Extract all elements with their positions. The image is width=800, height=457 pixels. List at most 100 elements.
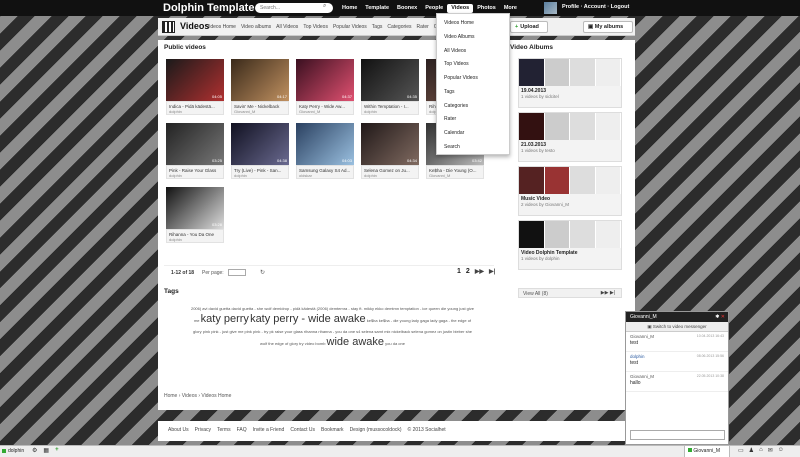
video-thumbnail[interactable]: 04:03 Samsung Galaxy S4 Ad... oldskar — [296, 123, 354, 179]
dropdown-all-videos[interactable]: All Videos — [437, 45, 509, 59]
video-author[interactable]: dolphin — [234, 173, 287, 178]
album-card[interactable]: 19.04.2013 1 videos by sidcitel — [518, 58, 622, 108]
tag-link[interactable]: me — [194, 318, 200, 323]
profile-links[interactable]: Profile · Account · Logout — [562, 4, 629, 10]
search-icon[interactable]: ⌕ — [323, 3, 326, 10]
submenu-top-videos[interactable]: Top Videos — [303, 24, 328, 30]
last-page-icon[interactable]: ▶| — [489, 268, 495, 275]
bottom-user-status[interactable]: dolphin — [2, 448, 24, 454]
menu-item-template[interactable]: Template — [361, 4, 393, 13]
submenu-popular-videos[interactable]: Popular Videos — [333, 24, 367, 30]
submenu-tags[interactable]: Tags — [372, 24, 383, 30]
video-preview[interactable]: 03:28 — [166, 187, 224, 229]
submenu-videos-home[interactable]: Videos Home — [206, 24, 236, 30]
menu-item-boonex[interactable]: Boonex — [393, 4, 421, 13]
video-author[interactable]: dolphin — [169, 109, 222, 114]
person-icon[interactable]: ♟ — [749, 447, 754, 454]
my-albums-button[interactable]: ▣ My albums — [583, 21, 633, 33]
album-title[interactable]: Video Dolphin Template — [519, 248, 621, 256]
video-preview[interactable]: 04:37 — [296, 59, 354, 101]
bottom-chat-tab[interactable]: Giovanni_M — [684, 446, 730, 457]
video-preview[interactable]: 04:05 — [166, 59, 224, 101]
submenu-categories[interactable]: Categories — [387, 24, 411, 30]
video-thumbnail[interactable]: 04:05 Indica - Pidä kädestä... dolphin — [166, 59, 224, 115]
footer-contact-link[interactable]: Contact Us — [290, 427, 315, 433]
album-title[interactable]: Music Video — [519, 194, 621, 202]
footer-terms-link[interactable]: Terms — [217, 427, 231, 433]
video-author[interactable]: oldskar — [299, 173, 352, 178]
dropdown-calendar[interactable]: Calendar — [437, 127, 509, 141]
per-page-select[interactable] — [228, 269, 246, 276]
switch-to-video-button[interactable]: ▣ Switch to video messenger — [626, 322, 728, 332]
dropdown-tags[interactable]: Tags — [437, 86, 509, 100]
chat-message-input[interactable] — [630, 430, 725, 440]
footer-design-link[interactable]: Design (mussocoldock) — [350, 427, 402, 433]
submenu-video-albums[interactable]: Video albums — [241, 24, 271, 30]
video-preview[interactable]: 04:38 — [231, 123, 289, 165]
video-thumbnail[interactable]: 04:17 Savin' Me - Nickelback Giovanni_M — [231, 59, 289, 115]
tag-link-wide-awake[interactable]: wide awake — [327, 336, 384, 348]
footer-about-link[interactable]: About Us — [168, 427, 189, 433]
video-author[interactable]: Giovanni_M — [299, 109, 352, 114]
dropdown-categories[interactable]: Categories — [437, 100, 509, 114]
video-author[interactable]: dolphin — [364, 173, 417, 178]
video-author[interactable]: Giovanni_M — [234, 109, 287, 114]
page-1-link[interactable]: 1 — [457, 268, 461, 275]
video-preview[interactable]: 03:25 — [166, 123, 224, 165]
menu-item-photos[interactable]: Photos — [473, 4, 500, 13]
album-card[interactable]: Music Video 2 videos by Giovanni_M — [518, 166, 622, 216]
video-preview[interactable]: 04:03 — [296, 123, 354, 165]
video-author[interactable]: dolphin — [169, 237, 222, 242]
monitor-icon[interactable]: ▭ — [738, 447, 744, 454]
footer-faq-link[interactable]: FAQ — [237, 427, 247, 433]
album-title[interactable]: 19.04.2013 — [519, 86, 621, 94]
view-all-link[interactable]: View All (8) — [523, 291, 548, 297]
close-icon[interactable]: ✕ — [721, 314, 725, 320]
album-card[interactable]: Video Dolphin Template 1 videos by dolphi… — [518, 220, 622, 270]
dropdown-videos-home[interactable]: Videos Home — [437, 17, 509, 31]
tag-link[interactable]: you da one — [385, 341, 405, 346]
user-icon[interactable]: ☺ — [778, 447, 784, 454]
dropdown-rater[interactable]: Rater — [437, 113, 509, 127]
next-page-icon[interactable]: ▶▶ — [475, 268, 484, 275]
tag-link[interactable]: ke$ha ke$ha - die young lady gaga lady g… — [367, 318, 471, 323]
video-preview[interactable]: 04:17 — [231, 59, 289, 101]
album-card[interactable]: 21.03.2013 1 videos by testo — [518, 112, 622, 162]
refresh-icon[interactable]: ↻ — [260, 269, 265, 276]
tag-link-katy-perry-wide-awake[interactable]: katy perry - wide awake — [250, 313, 366, 325]
video-thumbnail[interactable]: 04:37 Katy Perry - Wide Aw... Giovanni_M — [296, 59, 354, 115]
video-author[interactable]: dolphin — [169, 173, 222, 178]
upload-button[interactable]: + Upload — [510, 21, 548, 33]
video-thumbnail[interactable]: 03:28 Rihanna - You Da One dolphin — [166, 187, 224, 243]
breadcrumb[interactable]: Home › Videos › Videos Home — [164, 393, 231, 399]
tag-link[interactable]: wolf the edge of glory try video bomb — [260, 341, 325, 346]
user-avatar[interactable] — [544, 2, 557, 14]
menu-item-videos[interactable]: Videos — [447, 4, 474, 13]
cart-icon[interactable]: ⌂ — [759, 447, 763, 454]
page-2-link[interactable]: 2 — [466, 268, 470, 275]
video-author[interactable]: dolphin — [364, 109, 417, 114]
menu-item-people[interactable]: People — [421, 4, 447, 13]
dropdown-popular-videos[interactable]: Popular Videos — [437, 72, 509, 86]
video-thumbnail[interactable]: 03:25 Pink - Raise Your Glass dolphin — [166, 123, 224, 179]
video-preview[interactable]: 04:35 — [361, 59, 419, 101]
video-thumbnail[interactable]: 04:38 Try (Live) - Pink - San... dolphin — [231, 123, 289, 179]
gear-icon[interactable]: ⚙ — [32, 447, 37, 454]
footer-bookmark-link[interactable]: Bookmark — [321, 427, 344, 433]
grid-icon[interactable]: ▦ — [43, 447, 49, 454]
album-pager-arrows-icon[interactable]: ▶▶ ▶| — [601, 290, 615, 296]
submenu-rater[interactable]: Rater — [417, 24, 429, 30]
menu-item-home[interactable]: Home — [338, 4, 361, 13]
add-icon[interactable]: + — [55, 447, 59, 454]
video-thumbnail[interactable]: 04:34 Selena Gomez on Ju... dolphin — [361, 123, 419, 179]
search-input[interactable] — [255, 3, 333, 13]
album-title[interactable]: 21.03.2013 — [519, 140, 621, 148]
video-preview[interactable]: 04:34 — [361, 123, 419, 165]
site-logo[interactable]: Dolphin Template — [163, 2, 254, 14]
menu-item-more[interactable]: More — [500, 4, 521, 13]
dropdown-video-albums[interactable]: Video Albums — [437, 31, 509, 45]
video-thumbnail[interactable]: 04:35 Within Temptation - I... dolphin — [361, 59, 419, 115]
tag-link-katy-perry[interactable]: katy perry — [201, 313, 249, 325]
dropdown-top-videos[interactable]: Top Videos — [437, 58, 509, 72]
dropdown-search[interactable]: Search — [437, 141, 509, 155]
